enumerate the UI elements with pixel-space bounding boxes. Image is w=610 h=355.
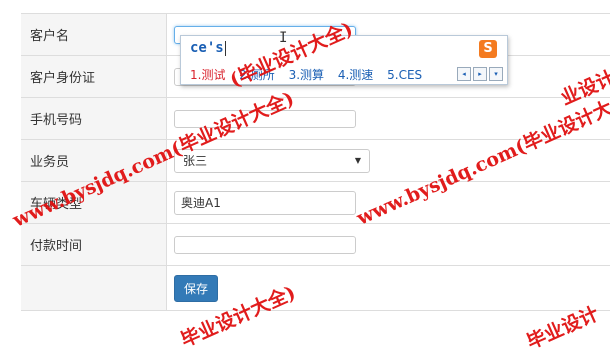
payment-time-input[interactable] <box>174 235 356 254</box>
ime-candidate[interactable]: 3.测算 <box>289 68 324 82</box>
ime-composition: ce's <box>190 40 226 56</box>
ime-navigation: ◂ ▸ ▾ <box>457 67 503 81</box>
chevron-down-icon: ▼ <box>354 156 361 165</box>
customer-name-label: 客户名 <box>21 14 167 55</box>
customer-id-label: 客户身份证 <box>21 56 167 97</box>
payment-time-label: 付款时间 <box>21 224 167 265</box>
expand-icon[interactable]: ▾ <box>489 67 503 81</box>
sogou-logo-icon: S <box>479 40 497 58</box>
ime-candidate[interactable]: 1.测试 <box>190 68 225 82</box>
ime-candidate[interactable]: 5.CES <box>387 68 422 82</box>
row-actions: 保存 <box>21 265 610 311</box>
ime-candidate[interactable]: 4.测速 <box>338 68 373 82</box>
save-button[interactable]: 保存 <box>174 274 219 302</box>
actions-label-cell <box>21 266 167 310</box>
prev-page-icon[interactable]: ◂ <box>457 67 471 81</box>
salesperson-select[interactable]: 张三 ▼ <box>174 148 370 173</box>
next-page-icon[interactable]: ▸ <box>473 67 487 81</box>
text-caret-icon <box>224 40 226 56</box>
row-payment-time: 付款时间 <box>21 223 610 265</box>
vehicle-type-input[interactable] <box>174 190 356 215</box>
phone-label: 手机号码 <box>21 98 167 139</box>
